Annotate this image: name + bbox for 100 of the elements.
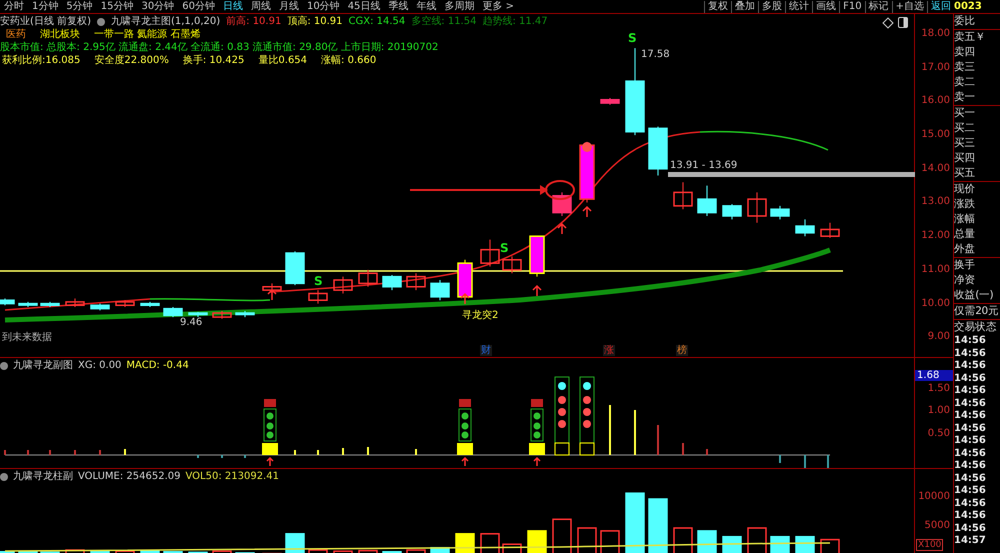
indicator-value: CGX: 14.54 (348, 15, 406, 28)
period-tab[interactable]: 更多 > (478, 0, 518, 12)
indicator-icon[interactable] (0, 362, 8, 370)
period-tab[interactable]: 月线 (274, 0, 303, 12)
stat-text: 涨幅: 0.660 (321, 54, 376, 67)
sector-tag[interactable]: 湖北板块 (40, 28, 80, 41)
toolbar-button[interactable]: 复权 (704, 0, 732, 12)
candle (188, 312, 208, 318)
indicator-name: 九啸寻龙主图(1,1,0,20) (110, 15, 220, 28)
period-tab[interactable]: 年线 (412, 0, 440, 12)
candle (697, 185, 717, 216)
up-arrow-icon (267, 288, 277, 301)
quote-label: 收益(一) (954, 288, 994, 303)
volume-bar (18, 550, 38, 553)
axis-tick-label: 5000 (924, 520, 950, 531)
chart-annotation: S (500, 241, 509, 255)
candle (552, 192, 572, 216)
axis-tick-label: 0.50 (928, 428, 950, 439)
sector-tag[interactable]: 医药 (6, 28, 26, 41)
volume-bar (65, 549, 85, 553)
quote-label: 卖五￥ (954, 30, 987, 45)
quote-label: 卖二 (954, 75, 976, 90)
trade-time: 14:56 (954, 348, 987, 360)
toolbar-button[interactable]: 叠加 (731, 0, 758, 12)
period-tab[interactable]: 季线 (384, 0, 412, 12)
candle (90, 303, 110, 311)
candle (382, 274, 402, 291)
candle (722, 204, 742, 220)
chart-annotation: S (628, 31, 637, 45)
period-tab[interactable]: 10分钟 (302, 0, 344, 12)
indicator-value: VOL50: 213092.41 (186, 470, 279, 483)
stat-text: 获利比例:16.085 (2, 54, 80, 67)
axis-tick-label: 1.00 (928, 405, 950, 416)
candle (648, 126, 668, 176)
toolbar-button[interactable]: F10 (839, 0, 865, 12)
period-tab[interactable]: 周线 (246, 0, 275, 12)
indicator-value: MACD: -0.44 (126, 359, 189, 372)
trade-time: 14:56 (954, 410, 987, 422)
period-tab[interactable]: 45日线 (344, 0, 384, 12)
toolbar-button[interactable]: 画线 (812, 0, 840, 12)
indicator-value: XG: 0.00 (78, 359, 122, 372)
toolbar-button[interactable]: +自选 (892, 0, 927, 12)
period-tab[interactable]: 日线 (218, 0, 247, 12)
quote-label: 涨幅 (954, 212, 976, 227)
event-marker[interactable]: 榜 (676, 345, 688, 356)
indicator-icon[interactable] (96, 18, 105, 26)
candle (673, 182, 693, 210)
up-arrow-icon (582, 206, 592, 218)
panel-icon[interactable] (898, 17, 908, 28)
toolbar-button[interactable]: 多股 (758, 0, 786, 12)
volume-bar (673, 527, 693, 553)
volume-bar (722, 536, 742, 553)
period-tab[interactable]: 分时 (0, 0, 28, 12)
candle (65, 298, 85, 308)
trade-time: 14:56 (954, 360, 987, 372)
trade-time: 14:56 (954, 460, 987, 472)
quote-label: 卖四 (954, 45, 976, 60)
axis-tick-label: 14.00 (920, 162, 951, 176)
period-tab[interactable]: 30分钟 (137, 0, 178, 12)
indicator-icon[interactable] (0, 472, 8, 480)
candle (480, 239, 500, 268)
period-tab[interactable]: 60分钟 (178, 0, 219, 12)
warning-text: 到未来数据 (2, 330, 52, 344)
period-tab[interactable]: 5分钟 (62, 0, 97, 12)
trade-time: 14:56 (954, 472, 987, 485)
volume-bar (697, 530, 717, 553)
trade-time: 14:57 (954, 535, 987, 548)
volume-bar (527, 530, 547, 553)
trade-time: 14:56 (954, 435, 987, 448)
sector-tag[interactable]: 一带一路 氦能源 石墨烯 (94, 28, 200, 41)
signal-column (262, 399, 278, 467)
quote-label: 委比 (954, 14, 976, 29)
toolbar-button[interactable]: 统计 (785, 0, 812, 12)
candle (212, 310, 232, 320)
quote-label: 净资 (954, 273, 976, 288)
volume-bar (600, 530, 620, 553)
quote-label: 卖三 (954, 60, 976, 75)
period-tab[interactable]: 15分钟 (96, 0, 138, 12)
quote-label: 买二 (954, 121, 976, 136)
axis-tick-label: 16.00 (920, 94, 951, 108)
candle (40, 301, 60, 308)
period-tab[interactable]: 多周期 (440, 0, 478, 12)
trade-time: 14:56 (954, 485, 987, 498)
volume-bar (502, 544, 522, 553)
quote-label: 买五 (954, 166, 976, 181)
period-tab[interactable]: 1分钟 (28, 0, 62, 12)
toolbar-button[interactable]: 返回 (927, 0, 954, 12)
candle (795, 218, 815, 237)
volume-bar (406, 549, 426, 553)
chart-annotation: 17.58 (641, 49, 670, 60)
quote-label: 买四 (954, 151, 976, 166)
candle (140, 301, 160, 308)
quote-label: 买三 (954, 136, 976, 151)
toolbar-button[interactable]: 标记 (864, 0, 892, 12)
candle (600, 98, 620, 106)
candle (115, 300, 135, 308)
candle (18, 301, 38, 308)
trade-time: 14:56 (954, 422, 987, 435)
axis-tick-label: 1.50 (928, 383, 950, 394)
axis-tick-label: 12.00 (920, 229, 951, 244)
